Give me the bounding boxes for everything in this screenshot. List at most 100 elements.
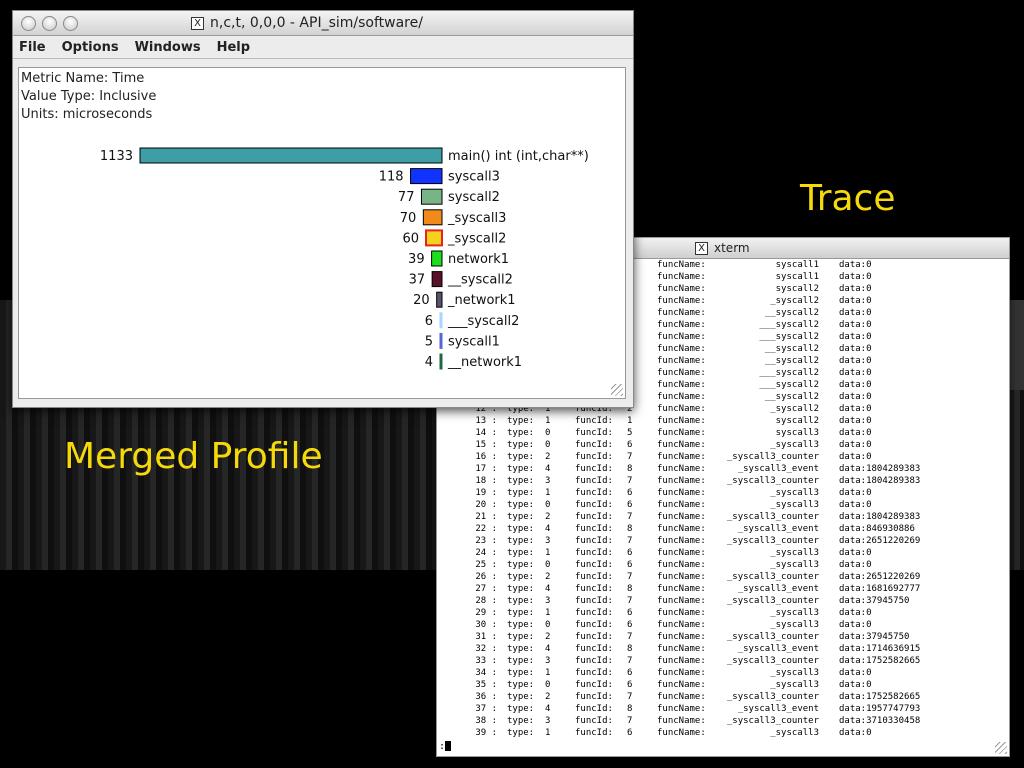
profile-panel: Metric Name: Time Value Type: Inclusive … [18,67,626,399]
terminal-field-idx: 25 : [475,560,497,570]
terminal-field-data: data:2651220269 [839,572,921,582]
terminal-field-fn: funcName: [657,416,706,426]
bar[interactable] [431,271,443,288]
terminal-line: 26 : type: 2 funcId: 7 funcName: _syscall3_cou… [437,571,1009,583]
profile-window[interactable]: X n,c,t, 0,0,0 - API_sim/software/ File … [12,10,634,408]
terminal-field-fidv: 6 [627,560,633,570]
bar[interactable] [139,147,443,164]
terminal-field-fid: funcId: [575,416,613,426]
terminal-field-fnv: _syscall3_counter [726,596,819,606]
terminal-field-fn: funcName: [657,356,706,366]
terminal-field-fidv: 7 [627,476,633,486]
menu-windows[interactable]: Windows [135,40,201,55]
terminal-field-fidv: 7 [627,512,633,522]
terminal-field-fidv: 6 [627,548,633,558]
terminal-field-typev: 3 [545,476,551,486]
terminal-field-data: data:0 [839,440,872,450]
terminal-field-data: data:0 [839,392,872,402]
terminal-field-idx: 38 : [475,716,497,726]
terminal-field-idx: 33 : [475,656,497,666]
terminal-field-fnv: _syscall2 [770,296,819,306]
terminal-field-fn: funcName: [657,404,706,414]
terminal-field-typev: 2 [545,572,551,582]
terminal-field-typev: 1 [545,416,551,426]
resize-grip-icon[interactable] [995,742,1007,754]
bar-value-label: 60 [402,231,419,246]
bar-value-label: 37 [409,273,426,288]
terminal-field-typev: 3 [545,536,551,546]
terminal-field-type: type: [507,476,535,486]
zoom-window-button[interactable] [63,15,78,31]
terminal-field-fid: funcId: [575,680,613,690]
xterm-title: xterm [714,241,750,255]
terminal-field-data: data:0 [839,296,872,306]
terminal-field-type: type: [507,596,535,606]
terminal-field-typev: 4 [545,524,551,534]
terminal-field-fid: funcId: [575,476,613,486]
terminal-field-type: type: [507,548,535,558]
terminal-field-fn: funcName: [657,512,706,522]
close-window-button[interactable] [21,15,36,31]
terminal-field-data: data:846930886 [839,524,915,534]
terminal-field-fidv: 6 [627,728,633,738]
terminal-field-data: data:3710330458 [839,716,921,726]
terminal-field-fn: funcName: [657,704,706,714]
terminal-field-fidv: 7 [627,596,633,606]
minimize-window-button[interactable] [42,15,57,31]
terminal-field-fn: funcName: [657,392,706,402]
terminal-field-data: data:0 [839,608,872,618]
resize-grip-icon[interactable] [611,384,623,396]
terminal-field-type: type: [507,512,535,522]
bar-value-label: 118 [379,170,404,185]
terminal-field-data: data:0 [839,428,872,438]
terminal-field-fn: funcName: [657,476,706,486]
terminal-field-typev: 1 [545,728,551,738]
terminal-field-idx: 36 : [475,692,497,702]
terminal-line: 22 : type: 4 funcId: 8 funcName: _syscall3_eve… [437,523,1009,535]
terminal-field-fn: funcName: [657,548,706,558]
terminal-field-typev: 1 [545,488,551,498]
terminal-line: 35 : type: 0 funcId: 6 funcName: _syscall3 data… [437,679,1009,691]
terminal-field-type: type: [507,500,535,510]
terminal-field-fidv: 7 [627,716,633,726]
bar[interactable] [410,168,443,185]
terminal-field-fn: funcName: [657,368,706,378]
terminal-field-typev: 3 [545,596,551,606]
terminal-field-fn: funcName: [657,488,706,498]
terminal-field-fn: funcName: [657,596,706,606]
terminal-field-fn: funcName: [657,692,706,702]
terminal-field-idx: 39 : [475,728,497,738]
bar[interactable] [439,332,443,349]
terminal-line: 36 : type: 2 funcId: 7 funcName: _syscall3_cou… [437,691,1009,703]
profile-titlebar[interactable]: X n,c,t, 0,0,0 - API_sim/software/ [13,11,633,36]
terminal-field-data: data:1681692777 [839,584,921,594]
terminal-field-data: data:0 [839,344,872,354]
terminal-field-typev: 2 [545,512,551,522]
menu-help[interactable]: Help [217,40,250,55]
menu-file[interactable]: File [19,40,46,55]
terminal-field-type: type: [507,692,535,702]
bar[interactable] [439,312,443,329]
terminal-field-fidv: 8 [627,584,633,594]
terminal-line: 29 : type: 1 funcId: 6 funcName: _syscall3 data… [437,607,1009,619]
terminal-field-typev: 2 [545,452,551,462]
terminal-prompt[interactable]: : [439,741,452,752]
terminal-line: 23 : type: 3 funcId: 7 funcName: _syscall3_cou… [437,535,1009,547]
terminal-field-type: type: [507,416,535,426]
terminal-field-data: data:37945750 [839,632,910,642]
menu-options[interactable]: Options [62,40,119,55]
terminal-field-fidv: 6 [627,680,633,690]
terminal-field-idx: 24 : [475,548,497,558]
bar[interactable] [431,250,443,267]
terminal-field-fnv: _syscall3_event [737,704,819,714]
bar[interactable] [425,229,443,247]
terminal-field-fn: funcName: [657,428,706,438]
bar[interactable] [436,291,443,308]
terminal-field-fn: funcName: [657,620,706,630]
terminal-line: 17 : type: 4 funcId: 8 funcName: _syscall3_eve… [437,463,1009,475]
text-cursor [445,741,452,751]
bar[interactable] [422,209,443,226]
bar[interactable] [420,188,443,205]
terminal-line: 30 : type: 0 funcId: 6 funcName: _syscall3 data… [437,619,1009,631]
bar[interactable] [439,353,443,370]
